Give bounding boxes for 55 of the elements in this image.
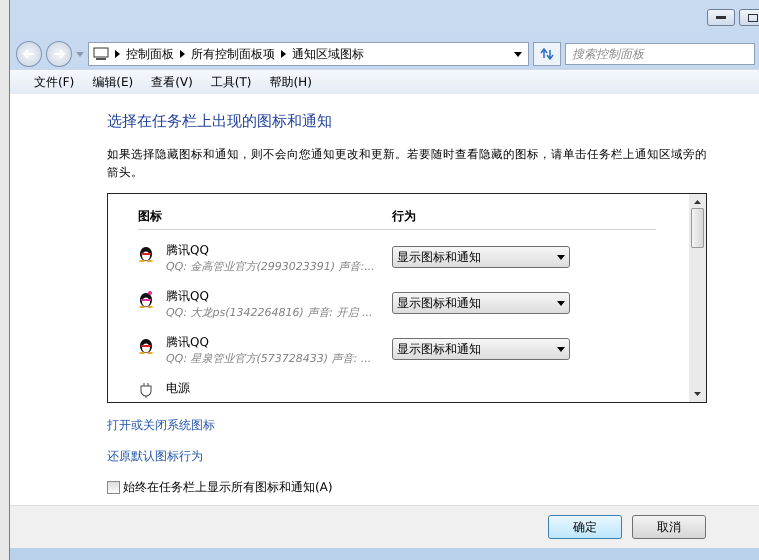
dropdown-caret-icon xyxy=(557,300,565,306)
minimize-button[interactable] xyxy=(707,9,735,26)
back-arrow-icon xyxy=(23,49,35,59)
menu-item[interactable]: 帮助(H) xyxy=(262,74,320,90)
scrollbar[interactable] xyxy=(689,194,706,402)
app-detail: QQ: 大龙ps(1342264816) 声音: 开启 ... xyxy=(166,305,374,320)
penguin-icon xyxy=(138,244,154,262)
search-field[interactable]: 搜索控制面板 xyxy=(565,43,755,65)
app-name: 腾讯QQ xyxy=(166,288,210,305)
maximize-button[interactable] xyxy=(739,9,759,26)
dropdown-caret-icon xyxy=(557,254,565,260)
refresh-button[interactable] xyxy=(533,42,561,66)
forward-button[interactable] xyxy=(46,41,72,67)
scrollbar-thumb[interactable] xyxy=(691,208,704,248)
checkbox[interactable] xyxy=(107,481,120,494)
app-detail: QQ: 星泉管业官方(573728433) 声音: ... xyxy=(166,351,372,366)
dropdown-caret-icon xyxy=(557,346,565,352)
page-heading: 选择在任务栏上出现的图标和通知 xyxy=(107,112,333,131)
description-text: 如果选择隐藏图标和通知，则不会向您通知更改和更新。若要随时查看隐藏的图标，请单击任务栏上通知区域旁的箭头。 xyxy=(107,146,708,181)
menu-item[interactable]: 查看(V) xyxy=(143,74,201,90)
scroll-down-icon xyxy=(694,392,701,396)
app-name: 腾讯QQ xyxy=(166,242,210,259)
maximize-icon xyxy=(748,14,758,22)
menu-item[interactable]: 文件(F) xyxy=(26,74,82,90)
computer-icon xyxy=(93,47,109,61)
column-header: 图标 xyxy=(138,208,163,225)
penguin-icon xyxy=(138,290,154,308)
scroll-up-icon xyxy=(694,200,701,204)
app-name: 电源 xyxy=(166,380,191,397)
link[interactable]: 还原默认图标行为 xyxy=(107,448,203,465)
plug-icon xyxy=(138,382,154,398)
column-header: 行为 xyxy=(392,208,417,225)
link[interactable]: 打开或关闭系统图标 xyxy=(107,417,215,434)
dialog-button[interactable]: 确定 xyxy=(548,515,622,539)
breadcrumb-item[interactable]: 所有控制面板项 xyxy=(191,46,275,62)
behavior-dropdown[interactable]: 显示图标和通知 xyxy=(392,338,570,360)
chevron-icon[interactable] xyxy=(180,50,185,58)
penguin-icon xyxy=(138,336,154,354)
dropdown-caret-icon[interactable] xyxy=(514,52,522,56)
behavior-dropdown[interactable]: 显示图标和通知 xyxy=(392,292,570,314)
address-bar[interactable]: 控制面板 所有控制面板项 通知区域图标 xyxy=(88,42,529,66)
refresh-arrows-icon xyxy=(540,48,554,60)
dialog-button[interactable]: 取消 xyxy=(632,515,706,539)
forward-arrow-icon xyxy=(53,49,65,59)
app-name: 腾讯QQ xyxy=(166,334,210,351)
chevron-icon[interactable] xyxy=(115,50,120,58)
app-detail: QQ: 金高管业官方(2993023391) 声音:... xyxy=(166,259,376,274)
behavior-dropdown[interactable]: 显示图标和通知 xyxy=(392,246,570,268)
back-button[interactable] xyxy=(16,41,42,67)
breadcrumb-item[interactable]: 控制面板 xyxy=(126,46,174,62)
chevron-icon[interactable] xyxy=(281,50,286,58)
menu-item[interactable]: 工具(T) xyxy=(202,74,260,90)
breadcrumb-item[interactable]: 通知区域图标 xyxy=(292,46,364,62)
menu-item[interactable]: 编辑(E) xyxy=(84,74,142,90)
minimize-icon xyxy=(716,16,726,20)
